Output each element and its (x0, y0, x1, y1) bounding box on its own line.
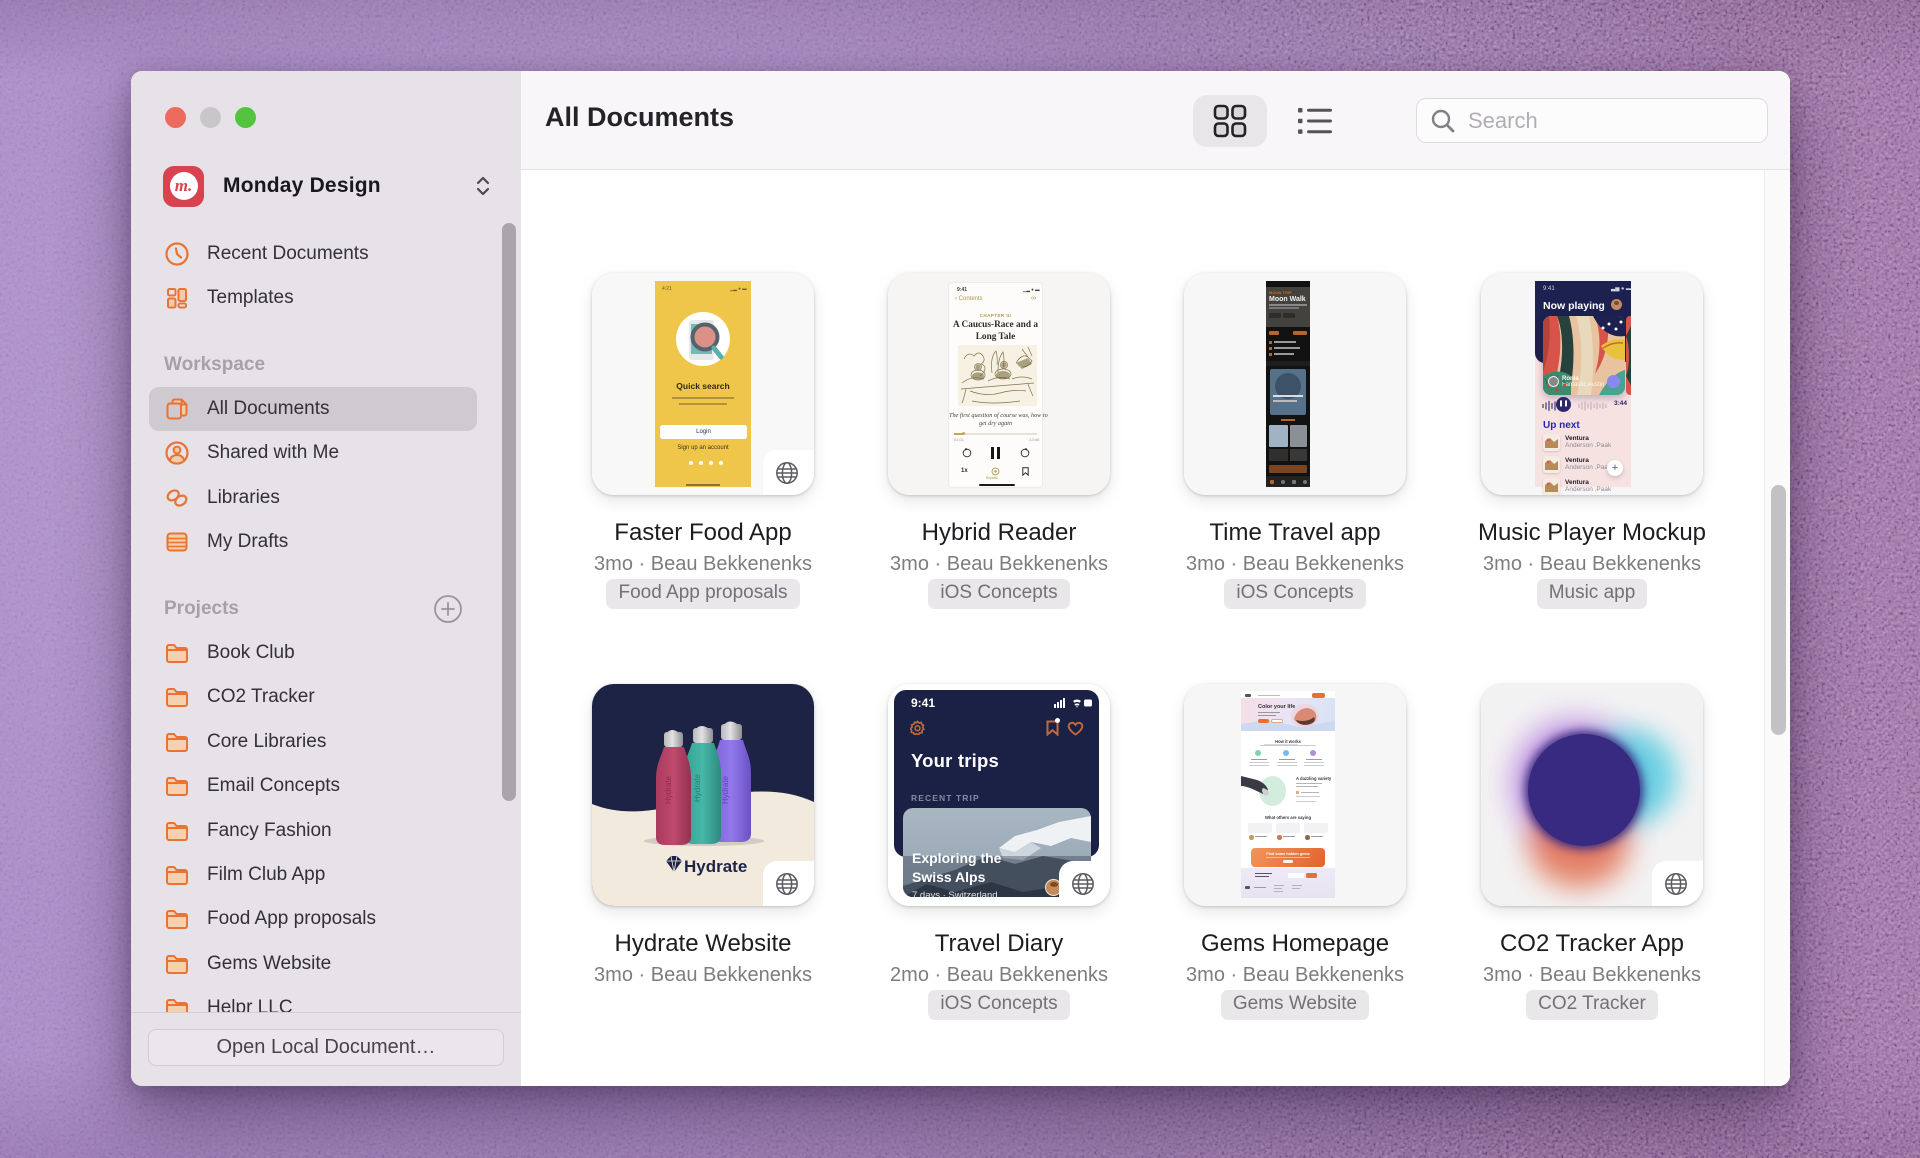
svg-text:Hydrate: Hydrate (693, 773, 702, 802)
svg-text:Hydrate: Hydrate (664, 775, 673, 804)
svg-text:Hydrate: Hydrate (721, 775, 730, 804)
svg-text:Hydrate: Hydrate (684, 857, 747, 876)
